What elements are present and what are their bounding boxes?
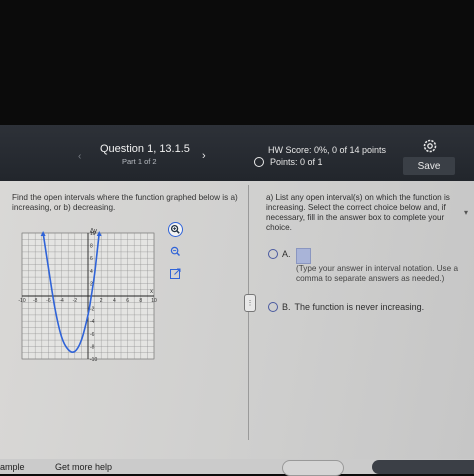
panel-divider — [248, 185, 249, 440]
x-tick-label: -10 — [18, 298, 25, 304]
question-prompt: Find the open intervals where the functi… — [12, 193, 238, 212]
x-tick-label: -2 — [73, 298, 78, 304]
option-b-text: The function is never increasing. — [294, 302, 425, 312]
gear-icon[interactable] — [422, 138, 438, 154]
option-b-radio[interactable] — [268, 302, 278, 312]
x-tick-label: 8 — [139, 298, 142, 304]
y-tick-label: -4 — [90, 319, 95, 325]
option-a-hint: (Type your answer in interval notation. … — [296, 264, 459, 283]
question-title: Question 1, 13.1.5 — [100, 143, 190, 155]
option-b-label: B. — [282, 302, 291, 312]
x-tick-label: -4 — [59, 298, 64, 304]
popout-icon[interactable] — [168, 266, 183, 281]
x-tick-label: -6 — [46, 298, 51, 304]
option-a-label: A. — [282, 249, 291, 259]
interval-answer-input[interactable] — [296, 248, 311, 264]
x-tick-label: 4 — [113, 298, 116, 304]
zoom-out-icon[interactable] — [168, 244, 183, 259]
points-label: Points: 0 of 1 — [270, 157, 323, 167]
example-link[interactable]: ample — [0, 462, 25, 472]
x-tick-label: 10 — [151, 298, 157, 304]
function-graph: -10 -8 -6 -4 -2 2 4 6 8 10 108642-2-4-6-8-10 x Δy — [18, 229, 157, 364]
get-more-help-link[interactable]: Get more help — [55, 462, 112, 472]
option-a[interactable]: A. — [268, 249, 291, 259]
next-question-arrow[interactable]: › — [202, 150, 206, 162]
part-a-question: a) List any open interval(s) on which th… — [266, 193, 450, 232]
option-b[interactable]: B. The function is never increasing. — [268, 302, 424, 312]
scroll-arrow-icon[interactable]: ▾ — [464, 208, 468, 217]
x-axis-label: x — [150, 289, 153, 295]
y-tick-label: 4 — [90, 269, 93, 275]
x-tick-label: 6 — [126, 298, 129, 304]
previous-question-arrow[interactable]: ‹ — [78, 151, 81, 162]
option-a-radio[interactable] — [268, 249, 278, 259]
y-tick-label: -6 — [90, 332, 95, 338]
x-tick-label: 2 — [100, 298, 103, 304]
y-tick-label: -8 — [90, 344, 95, 350]
part-indicator: Part 1 of 2 — [122, 157, 157, 166]
y-tick-label: -2 — [90, 307, 95, 313]
check-answer-button[interactable] — [372, 460, 474, 474]
y-tick-label: -10 — [90, 357, 97, 363]
y-tick-label: 6 — [90, 256, 93, 262]
divider-drag-handle[interactable]: ⋮ — [244, 294, 256, 312]
zoom-in-icon[interactable] — [168, 222, 183, 237]
x-tick-label: -8 — [33, 298, 38, 304]
points-ring-icon — [254, 157, 264, 167]
points-indicator: Points: 0 of 1 — [254, 157, 323, 167]
hw-score: HW Score: 0%, 0 of 14 points — [268, 145, 387, 155]
save-button[interactable]: Save — [403, 157, 455, 175]
y-axis-label: Δy — [90, 229, 97, 235]
y-tick-label: 8 — [90, 244, 93, 250]
